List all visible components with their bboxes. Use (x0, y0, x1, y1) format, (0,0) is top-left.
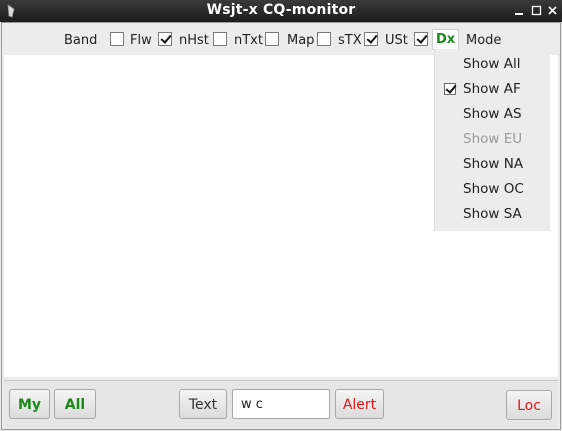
dx-checkbox[interactable] (414, 32, 428, 46)
bottom-toolbar: My All Text Alert Loc (4, 380, 558, 428)
menu-item-show-as[interactable]: Show AS (463, 106, 522, 122)
nhst-checkbox[interactable] (158, 32, 172, 46)
menu-item-show-af[interactable]: Show AF (463, 81, 521, 97)
ntxt-label: nTxt (234, 33, 263, 48)
flw-label: Flw (130, 33, 152, 48)
ntxt-checkbox[interactable] (213, 32, 227, 46)
alert-button[interactable]: Alert (335, 389, 384, 419)
menu-item-show-eu: Show EU (463, 131, 523, 147)
map-checkbox[interactable] (265, 32, 279, 46)
maximize-button[interactable] (530, 4, 543, 17)
mode-dropdown-menu: Show All Show AF Show AS Show EU Show NA… (434, 49, 550, 231)
stx-checkbox[interactable] (317, 32, 331, 46)
text-button[interactable]: Text (179, 389, 227, 419)
maximize-icon (531, 5, 542, 16)
minimize-icon (515, 13, 523, 15)
loc-button[interactable]: Loc (506, 390, 552, 420)
text-filter-input[interactable] (232, 389, 330, 419)
ust-label: USt (385, 33, 408, 48)
window-title: Wsjt-x CQ-monitor (206, 2, 356, 18)
menu-item-show-sa[interactable]: Show SA (463, 206, 522, 222)
stx-label: sTX (338, 33, 362, 48)
all-button[interactable]: All (54, 389, 96, 419)
mode-menu[interactable]: Mode (466, 33, 501, 48)
menu-item-show-oc[interactable]: Show OC (463, 181, 524, 197)
close-button[interactable] (546, 4, 559, 17)
menu-item-show-all[interactable]: Show All (463, 56, 520, 72)
title-bar[interactable]: Wsjt-x CQ-monitor (0, 0, 562, 22)
flw-checkbox[interactable] (110, 32, 124, 46)
close-icon (548, 6, 557, 15)
my-button[interactable]: My (9, 389, 50, 419)
ust-checkbox[interactable] (364, 32, 378, 46)
nhst-label: nHst (179, 33, 209, 48)
dx-label: Dx (432, 29, 460, 50)
menu-item-show-na[interactable]: Show NA (463, 156, 523, 172)
band-label[interactable]: Band (64, 33, 97, 48)
map-label: Map (287, 33, 315, 48)
app-window: Wsjt-x CQ-monitor Band Flw nHst nTxt Map… (0, 0, 562, 431)
check-icon (444, 83, 456, 95)
minimize-button[interactable] (513, 4, 526, 17)
